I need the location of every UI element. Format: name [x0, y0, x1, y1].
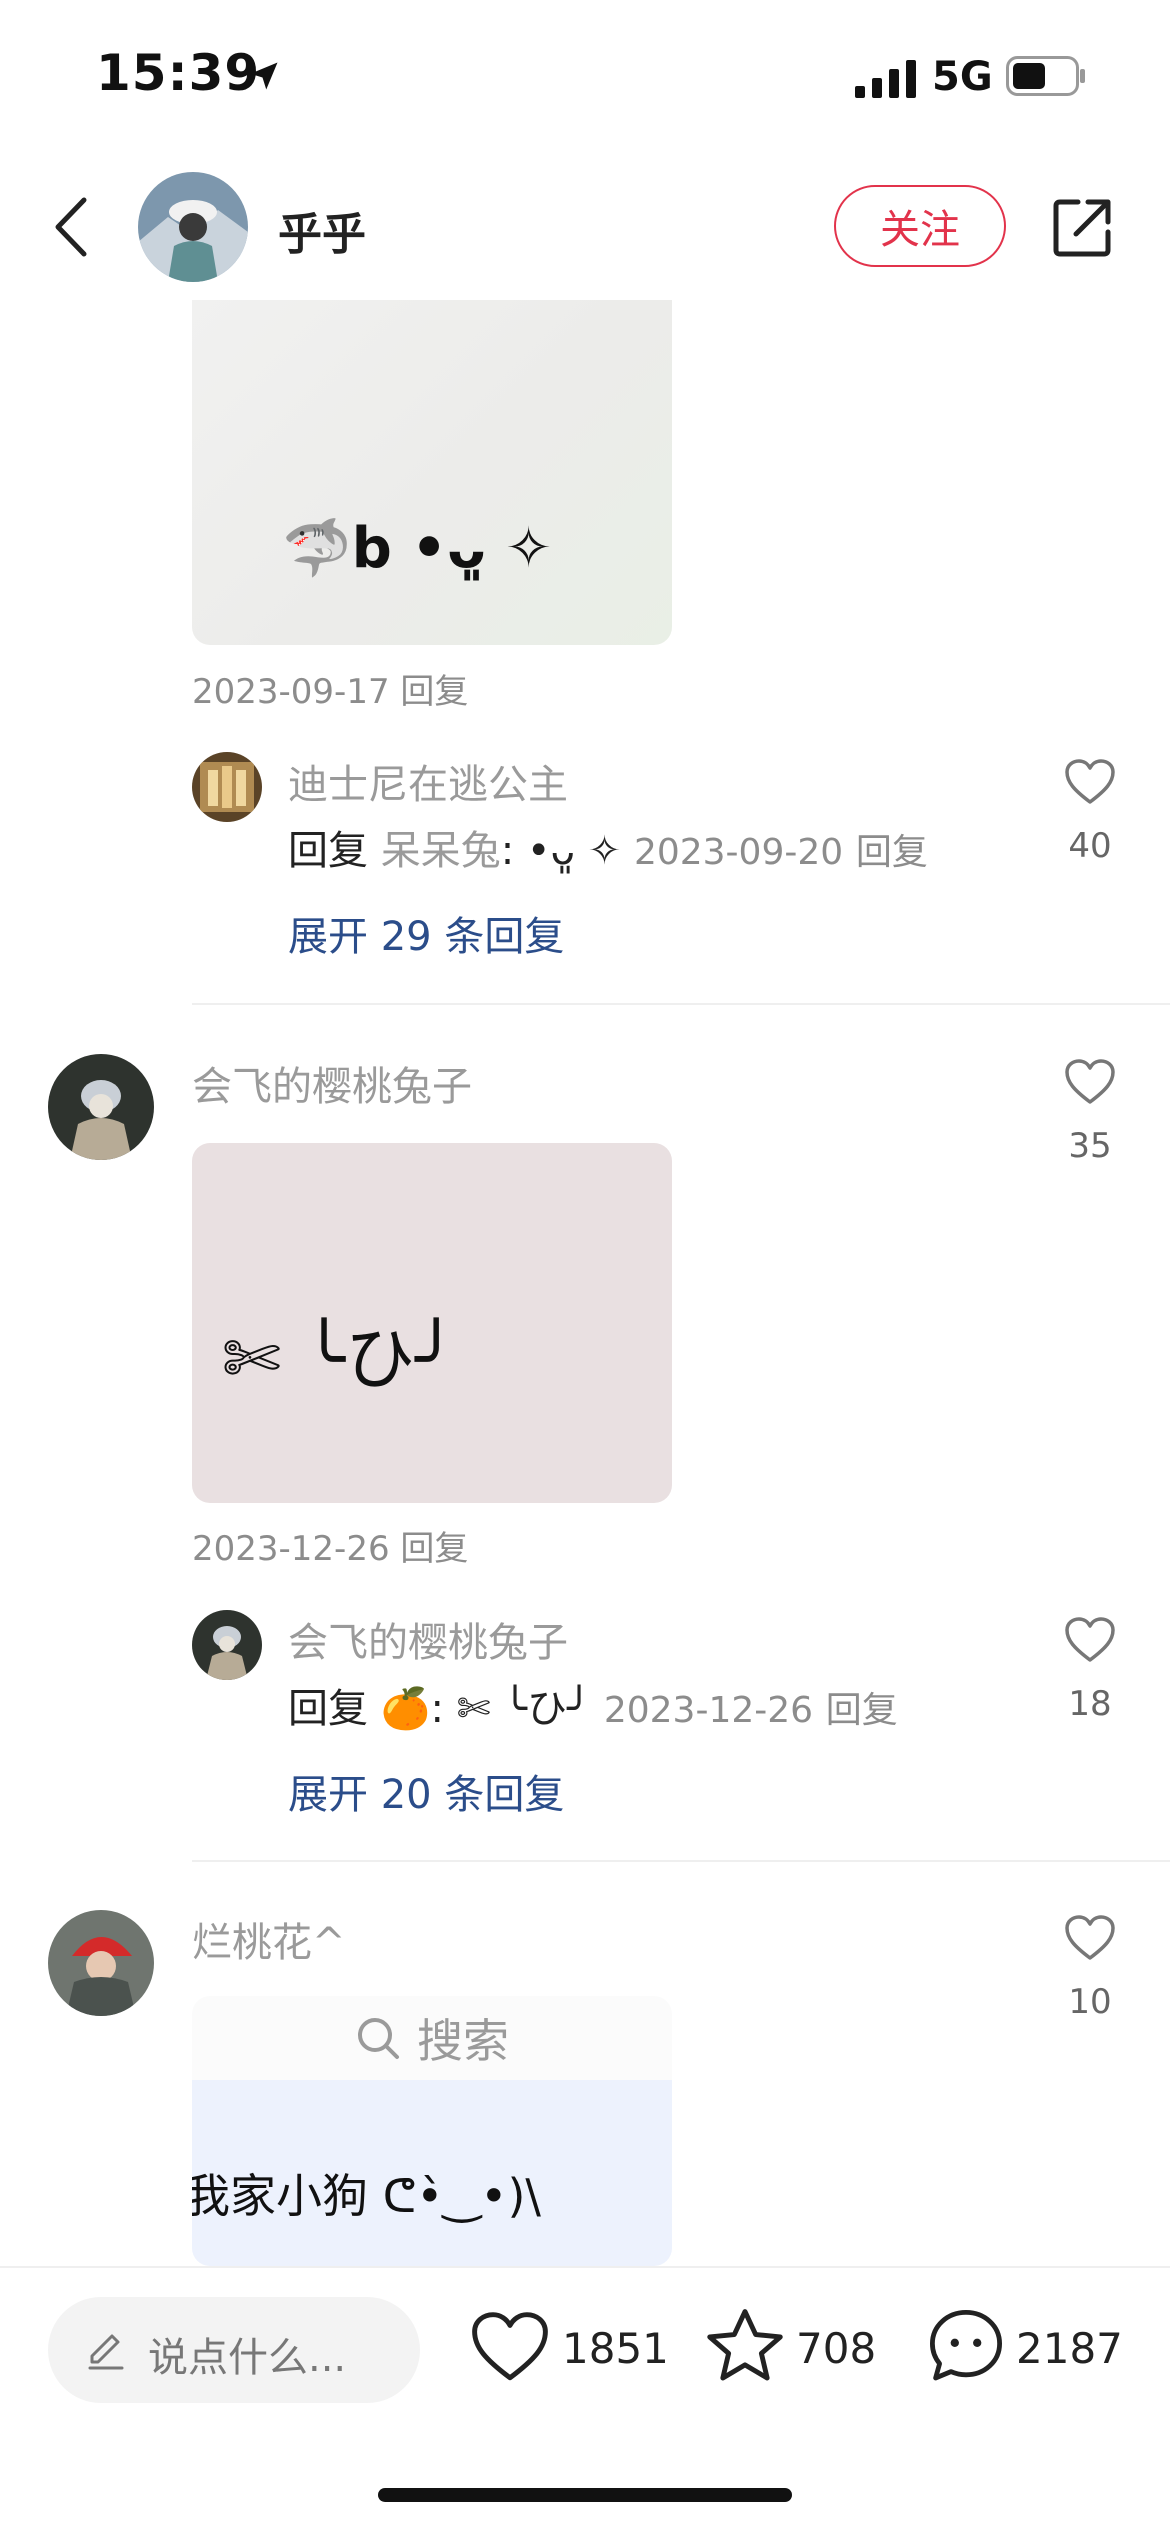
comment-image-text: ✄ ╰ひ╯: [222, 1318, 458, 1400]
like-total: 1851: [562, 2324, 669, 2373]
author-avatar[interactable]: [138, 172, 248, 282]
battery-icon: [1006, 56, 1085, 96]
comment-date: 2023-09-17: [192, 672, 390, 712]
back-icon[interactable]: [52, 196, 92, 258]
reply-button[interactable]: 回复: [400, 1529, 468, 1569]
comment-total: 2187: [1016, 2324, 1123, 2373]
reply-date: 2023-12-26: [603, 1690, 814, 1731]
author-name: 乎乎: [278, 209, 366, 260]
reply-text: : ✄ ╰ひ╯: [430, 1686, 592, 1732]
pencil-icon: [88, 2334, 124, 2370]
reply-target[interactable]: 呆呆兔: [381, 828, 501, 874]
comment-date: 2023-12-26: [192, 1529, 390, 1569]
heart-icon[interactable]: [1064, 1058, 1116, 1106]
comment-placeholder: 说点什么...: [148, 2335, 347, 2381]
reply-prefix: 回复: [288, 828, 368, 874]
commenter-username[interactable]: 会飞的樱桃兔子: [192, 1054, 472, 1112]
comment-image[interactable]: ✄ ╰ひ╯: [192, 1143, 672, 1503]
reply-reply-button[interactable]: 回复: [826, 1690, 898, 1731]
image-search-text: 搜索: [417, 2014, 509, 2068]
star-icon[interactable]: [704, 2306, 786, 2386]
reply-date: 2023-09-20: [633, 832, 844, 873]
divider: [192, 1860, 1170, 1862]
like-icon[interactable]: [470, 2310, 550, 2384]
commenter-username[interactable]: 烂桃花^: [192, 1910, 346, 1968]
reply-content: 回复 呆呆兔: •ᴗ͈ ✧ 2023-09-20 回复: [288, 818, 928, 876]
status-time: 15:39: [96, 44, 261, 102]
reply-avatar[interactable]: [192, 1610, 262, 1680]
comment-image[interactable]: 🦈b •ᴗ͈ ✧: [192, 300, 672, 645]
like-count: 35: [1068, 1126, 1112, 1166]
comment-image-text: 我家小狗 ᕦ•̀‿•)\: [192, 2169, 541, 2223]
like-count: 40: [1068, 826, 1112, 866]
reply-username[interactable]: 迪士尼在逃公主: [288, 752, 568, 810]
reply-text: : •ᴗ͈ ✧: [500, 828, 622, 874]
reply-username[interactable]: 会飞的樱桃兔子: [288, 1610, 568, 1668]
location-arrow-icon: [250, 62, 278, 90]
reply-prefix: 回复: [288, 1686, 368, 1732]
heart-icon[interactable]: [1064, 1914, 1116, 1962]
divider: [192, 1003, 1170, 1005]
image-search-bar: 搜索: [192, 1996, 672, 2080]
heart-icon[interactable]: [1064, 758, 1116, 806]
home-indicator: [378, 2488, 792, 2502]
search-icon: [358, 2018, 399, 2059]
reply-reply-button[interactable]: 回复: [856, 832, 928, 873]
network-type: 5G: [932, 54, 993, 100]
commenter-avatar[interactable]: [48, 1910, 154, 2016]
reply-avatar[interactable]: [192, 752, 262, 822]
reply-target[interactable]: 🍊: [381, 1686, 431, 1732]
reply-content: 回复 🍊: ✄ ╰ひ╯ 2023-12-26 回复: [288, 1676, 898, 1734]
share-icon[interactable]: [1050, 196, 1114, 260]
comment-image-text: 🦈b •ᴗ͈ ✧: [282, 516, 552, 581]
like-count: 10: [1068, 1982, 1112, 2022]
expand-replies-button[interactable]: 展开 29 条回复: [288, 904, 564, 962]
reply-button[interactable]: 回复: [400, 672, 468, 712]
comment-meta: 2023-12-26 回复: [192, 1521, 468, 1570]
comment-icon[interactable]: [926, 2306, 1006, 2386]
comment-meta: 2023-09-17 回复: [192, 664, 468, 713]
expand-replies-button[interactable]: 展开 20 条回复: [288, 1762, 564, 1820]
star-total: 708: [796, 2324, 877, 2373]
image-lower-panel: 我家小狗 ᕦ•̀‿•)\: [192, 2080, 672, 2266]
heart-icon[interactable]: [1064, 1616, 1116, 1664]
comment-image[interactable]: 搜索 我家小狗 ᕦ•̀‿•)\: [192, 1996, 672, 2266]
commenter-avatar[interactable]: [48, 1054, 154, 1160]
cellular-signal-icon: [855, 60, 916, 98]
like-count: 18: [1068, 1684, 1112, 1724]
follow-button[interactable]: 关注: [834, 185, 1006, 267]
